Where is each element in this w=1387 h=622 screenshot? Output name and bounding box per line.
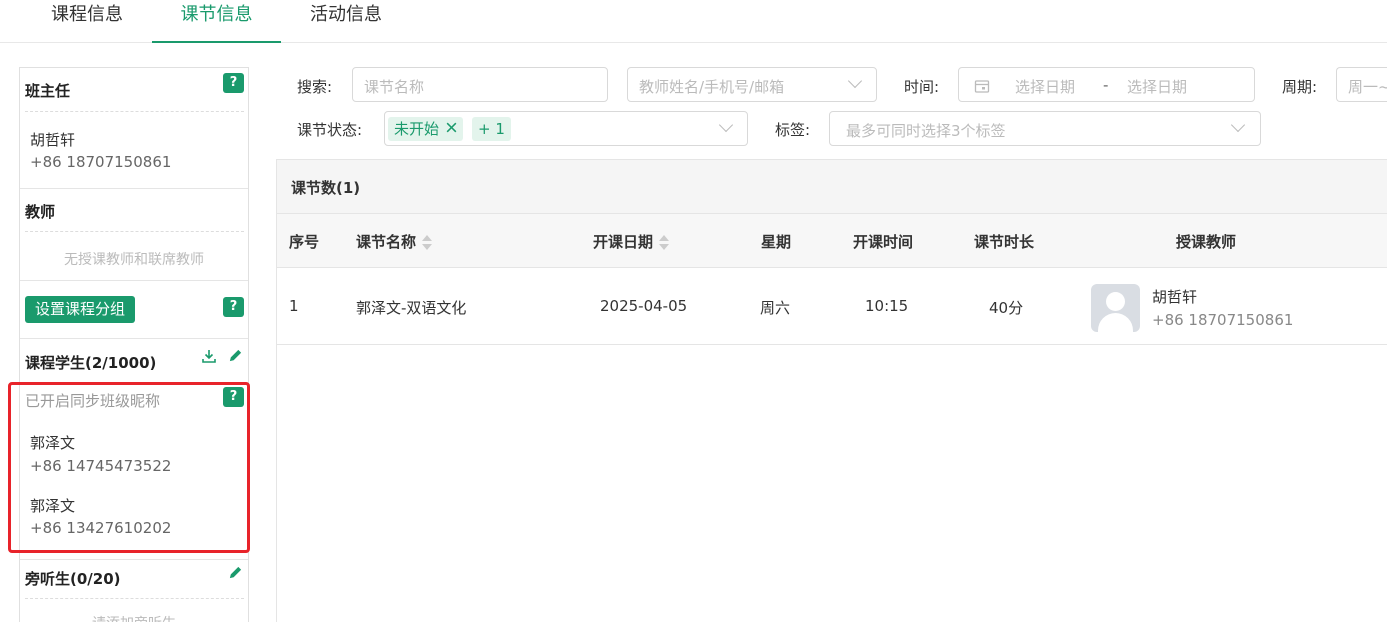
- tag-select[interactable]: 最多可同时选择3个标签: [829, 111, 1261, 146]
- status-chip: 未开始: [388, 117, 464, 141]
- chevron-down-icon: [718, 117, 734, 133]
- period-label: 周期:: [1282, 78, 1318, 96]
- students-title: 课程学生(2/1000): [25, 354, 157, 372]
- cell-index: 1: [289, 297, 299, 315]
- cell-date: 2025-04-05: [600, 297, 688, 315]
- date-end-placeholder: 选择日期: [1127, 78, 1188, 96]
- col-lesson-name[interactable]: 课节名称: [356, 231, 433, 252]
- auditors-empty-text: 请添加旁听生: [20, 613, 248, 622]
- col-index: 序号: [289, 233, 320, 251]
- chevron-down-icon: [847, 73, 863, 89]
- lesson-name-search-input[interactable]: 课节名称: [352, 67, 608, 102]
- period-select[interactable]: 周一~: [1336, 67, 1387, 102]
- tab-bar: 课程信息 课节信息 活动信息: [0, 0, 1387, 43]
- head-teacher-phone: +86 18707150861: [30, 153, 172, 171]
- divider: [20, 559, 248, 560]
- status-chip-label: 未开始: [394, 120, 440, 138]
- highlight-box: [8, 382, 250, 553]
- status-label: 课节状态:: [297, 121, 363, 139]
- col-start-date[interactable]: 开课日期: [593, 231, 670, 252]
- teachers-empty-text: 无授课教师和联席教师: [64, 252, 204, 268]
- divider: [20, 188, 248, 189]
- cell-duration: 40分: [989, 299, 1024, 317]
- download-icon[interactable]: [201, 348, 217, 368]
- col-start-date-label: 开课日期: [593, 233, 654, 251]
- teacher-placeholder: 教师姓名/手机号/邮箱: [639, 78, 785, 96]
- tab-lesson-info[interactable]: 课节信息: [152, 0, 281, 43]
- col-start-time: 开课时间: [853, 233, 914, 251]
- cell-lesson-name[interactable]: 郭泽文-双语文化: [356, 297, 466, 318]
- sort-icon[interactable]: [422, 234, 433, 251]
- teachers-title: 教师: [25, 203, 56, 221]
- time-label: 时间:: [904, 78, 940, 96]
- sort-icon[interactable]: [659, 234, 670, 251]
- auditors-title: 旁听生(0/20): [25, 570, 121, 588]
- avatar: [1091, 284, 1140, 332]
- lesson-count: 课节数(1): [291, 179, 361, 197]
- set-course-group-button[interactable]: 设置课程分组: [25, 296, 135, 323]
- lesson-table: 课节数(1) 序号 课节名称 开课日期 星期 开课时间 课节时长 授课教师 1 …: [276, 159, 1387, 622]
- edit-auditors-icon[interactable]: [228, 565, 243, 584]
- chevron-down-icon: [1230, 117, 1246, 133]
- cell-weekday: 周六: [760, 299, 791, 317]
- divider: [25, 598, 244, 599]
- col-teacher: 授课教师: [1176, 233, 1237, 251]
- col-duration: 课节时长: [974, 233, 1035, 251]
- teacher-search-select[interactable]: 教师姓名/手机号/邮箱: [627, 67, 877, 102]
- tab-activity-info[interactable]: 活动信息: [281, 0, 411, 43]
- head-teacher-name: 胡哲轩: [30, 131, 76, 149]
- edit-students-icon[interactable]: [228, 348, 243, 367]
- date-start-placeholder: 选择日期: [1015, 78, 1076, 96]
- head-teacher-help-button[interactable]: ?: [223, 73, 244, 93]
- col-weekday: 星期: [761, 233, 792, 251]
- date-range-picker[interactable]: 选择日期 - 选择日期: [958, 67, 1255, 102]
- group-help-button[interactable]: ?: [223, 297, 244, 317]
- calendar-icon: [974, 78, 990, 98]
- status-more-chip: + 1: [472, 117, 511, 141]
- divider: [20, 280, 248, 281]
- lesson-count-bar: 课节数(1): [277, 159, 1387, 214]
- lesson-name-placeholder: 课节名称: [364, 78, 425, 96]
- divider: [20, 338, 248, 339]
- col-lesson-name-label: 课节名称: [356, 233, 417, 251]
- divider: [25, 231, 244, 232]
- cell-teacher-name: 胡哲轩: [1152, 288, 1198, 306]
- tag-label: 标签:: [775, 121, 811, 139]
- tag-placeholder: 最多可同时选择3个标签: [846, 122, 1006, 140]
- cell-time: 10:15: [865, 297, 909, 315]
- period-placeholder: 周一~: [1348, 78, 1387, 96]
- table-row[interactable]: 1 郭泽文-双语文化 2025-04-05 周六 10:15 40分 胡哲轩 +…: [277, 268, 1387, 345]
- lesson-status-select[interactable]: 未开始 + 1: [384, 111, 748, 146]
- head-teacher-title: 班主任: [25, 82, 71, 100]
- table-header: 序号 课节名称 开课日期 星期 开课时间 课节时长 授课教师: [277, 214, 1387, 268]
- divider: [25, 111, 244, 112]
- tab-course-info[interactable]: 课程信息: [22, 0, 152, 43]
- date-separator: -: [1103, 76, 1109, 94]
- cell-teacher-phone: +86 18707150861: [1152, 311, 1294, 329]
- search-label: 搜索:: [297, 78, 333, 96]
- close-icon[interactable]: [445, 117, 458, 141]
